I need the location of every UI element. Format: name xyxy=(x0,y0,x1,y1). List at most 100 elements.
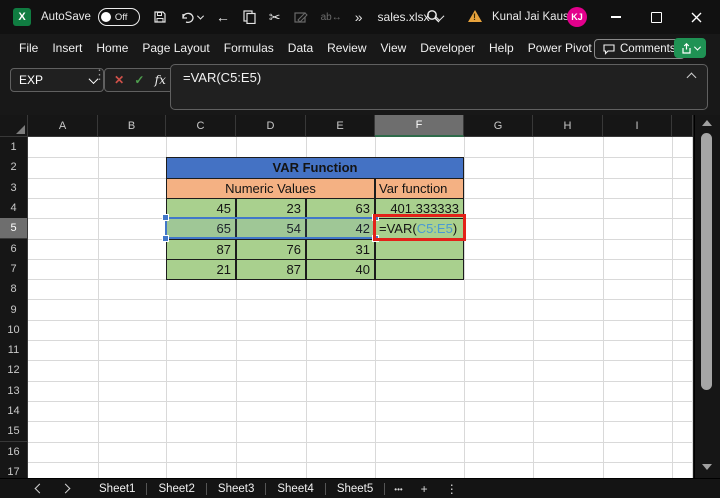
row-header-12[interactable]: 12 xyxy=(0,360,28,382)
autosave-state: Off xyxy=(114,11,128,23)
cell-C6[interactable]: 87 xyxy=(166,238,236,260)
menu-item-insert[interactable]: Insert xyxy=(45,41,89,55)
insert-function-icon[interactable]: fx xyxy=(155,73,166,87)
menu-item-formulas[interactable]: Formulas xyxy=(217,41,281,55)
warning-icon[interactable]: ! xyxy=(468,10,482,22)
column-header-g[interactable]: G xyxy=(464,115,533,137)
sheet-tab-sheet1[interactable]: Sheet1 xyxy=(88,479,146,498)
cell-D6[interactable]: 76 xyxy=(236,238,306,260)
column-header-d[interactable]: D xyxy=(236,115,306,137)
row-header-9[interactable]: 9 xyxy=(0,299,28,321)
autosave-toggle[interactable]: Off xyxy=(97,8,140,26)
row-header-4[interactable]: 4 xyxy=(0,197,28,220)
close-icon xyxy=(691,12,701,22)
sheet-tab-sheet5[interactable]: Sheet5 xyxy=(326,479,384,498)
column-header-b[interactable]: B xyxy=(98,115,166,137)
row-header-6[interactable]: 6 xyxy=(0,238,28,260)
scroll-up-icon[interactable] xyxy=(702,120,712,126)
column-header-i[interactable]: I xyxy=(603,115,672,137)
menu-item-developer[interactable]: Developer xyxy=(413,41,482,55)
column-header-f[interactable]: F xyxy=(375,115,464,137)
more-sheets-icon[interactable]: ••• xyxy=(385,485,411,494)
menu-item-review[interactable]: Review xyxy=(320,41,373,55)
row-header-11[interactable]: 11 xyxy=(0,340,28,362)
row-header-16[interactable]: 16 xyxy=(0,441,28,463)
next-sheet-icon[interactable] xyxy=(60,483,71,494)
table-result-header-cell[interactable]: Var function xyxy=(375,177,464,199)
row-header-15[interactable]: 15 xyxy=(0,421,28,443)
cell-D7[interactable]: 87 xyxy=(236,258,306,281)
formula-text: =VAR(C5:E5) xyxy=(183,70,262,85)
avatar[interactable]: KJ xyxy=(567,7,587,27)
title-bar: X AutoSave Off ← ✂ ab↔ » sales.xlsx ! Ku… xyxy=(0,0,720,34)
menu-item-page-layout[interactable]: Page Layout xyxy=(135,41,216,55)
selection-handle[interactable] xyxy=(162,214,169,221)
share-icon xyxy=(681,42,691,54)
sheet-tab-sheet4[interactable]: Sheet4 xyxy=(266,479,324,498)
cell-E4[interactable]: 63 xyxy=(306,197,375,220)
minimize-button[interactable] xyxy=(598,0,634,34)
sheet-tab-sheet2[interactable]: Sheet2 xyxy=(147,479,205,498)
menu-item-data[interactable]: Data xyxy=(281,41,320,55)
menu-item-help[interactable]: Help xyxy=(482,41,521,55)
row-header-8[interactable]: 8 xyxy=(0,279,28,301)
vertical-scroll-thumb[interactable] xyxy=(701,133,712,390)
cell-F7[interactable] xyxy=(375,258,464,281)
column-header-e[interactable]: E xyxy=(306,115,375,137)
sheet-tab-bar: Sheet1 Sheet2 Sheet3 Sheet4 Sheet5 ••• + ⋮ xyxy=(0,478,720,498)
menu-item-power-pivot[interactable]: Power Pivot xyxy=(521,41,599,55)
gridline-h xyxy=(28,441,693,443)
cell-C7[interactable]: 21 xyxy=(166,258,236,281)
formula-input[interactable]: =VAR(C5:E5) xyxy=(170,64,708,110)
column-header-h[interactable]: H xyxy=(533,115,603,137)
more-commands-icon[interactable]: » xyxy=(355,10,363,24)
menu-item-file[interactable]: File xyxy=(12,41,45,55)
undo-icon[interactable] xyxy=(180,11,204,24)
scroll-down-icon[interactable] xyxy=(702,464,712,470)
paste-icon xyxy=(294,11,308,24)
back-arrow-icon[interactable]: ← xyxy=(216,10,230,24)
comments-button[interactable]: Comments xyxy=(594,39,685,59)
table-group-header-cell[interactable]: Numeric Values xyxy=(166,177,375,199)
row-header-10[interactable]: 10 xyxy=(0,319,28,341)
find-replace-icon: ab↔ xyxy=(320,11,342,23)
cell-D4[interactable]: 23 xyxy=(236,197,306,220)
maximize-button[interactable] xyxy=(638,0,674,34)
cell-C4[interactable]: 45 xyxy=(166,197,236,220)
cell-E7[interactable]: 40 xyxy=(306,258,375,281)
column-header-c[interactable]: C xyxy=(166,115,236,137)
row-header-14[interactable]: 14 xyxy=(0,400,28,423)
share-button[interactable] xyxy=(674,38,706,58)
menu-item-view[interactable]: View xyxy=(374,41,414,55)
row-header-5[interactable]: 5 xyxy=(0,218,28,240)
search-icon[interactable] xyxy=(426,9,441,29)
cancel-icon[interactable]: ✕ xyxy=(114,73,124,87)
enter-icon[interactable]: ✓ xyxy=(134,73,144,87)
excel-app-icon[interactable]: X xyxy=(13,8,31,26)
row-header-13[interactable]: 13 xyxy=(0,380,28,402)
save-icon[interactable] xyxy=(153,10,167,24)
formula-bar-area: EXP ⋮ ✕ ✓ fx =VAR(C5:E5) xyxy=(0,62,720,115)
name-box[interactable]: EXP xyxy=(10,68,104,92)
selection-handle[interactable] xyxy=(162,235,169,242)
row-header-3[interactable]: 3 xyxy=(0,177,28,199)
row-header-7[interactable]: 7 xyxy=(0,258,28,281)
cell-F6[interactable] xyxy=(375,238,464,260)
sheet-tab-sheet3[interactable]: Sheet3 xyxy=(207,479,265,498)
copy-icon[interactable] xyxy=(243,10,256,24)
table-title-cell[interactable]: VAR Function xyxy=(166,157,464,179)
column-header-a[interactable]: A xyxy=(28,115,98,137)
gridline-v xyxy=(692,137,693,478)
row-header-2[interactable]: 2 xyxy=(0,157,28,179)
collapse-formula-bar-icon[interactable] xyxy=(686,72,697,83)
add-sheet-icon[interactable]: + xyxy=(412,482,437,496)
sheet-options-icon[interactable]: ⋮ xyxy=(437,482,467,496)
row-header-1[interactable]: 1 xyxy=(0,137,28,159)
cut-icon[interactable]: ✂ xyxy=(269,10,281,24)
close-button[interactable] xyxy=(678,0,714,34)
select-all-corner[interactable] xyxy=(0,115,28,137)
prev-sheet-icon[interactable] xyxy=(34,483,45,494)
cell-E6[interactable]: 31 xyxy=(306,238,375,260)
column-header-partial[interactable] xyxy=(672,115,693,137)
menu-item-home[interactable]: Home xyxy=(89,41,135,55)
